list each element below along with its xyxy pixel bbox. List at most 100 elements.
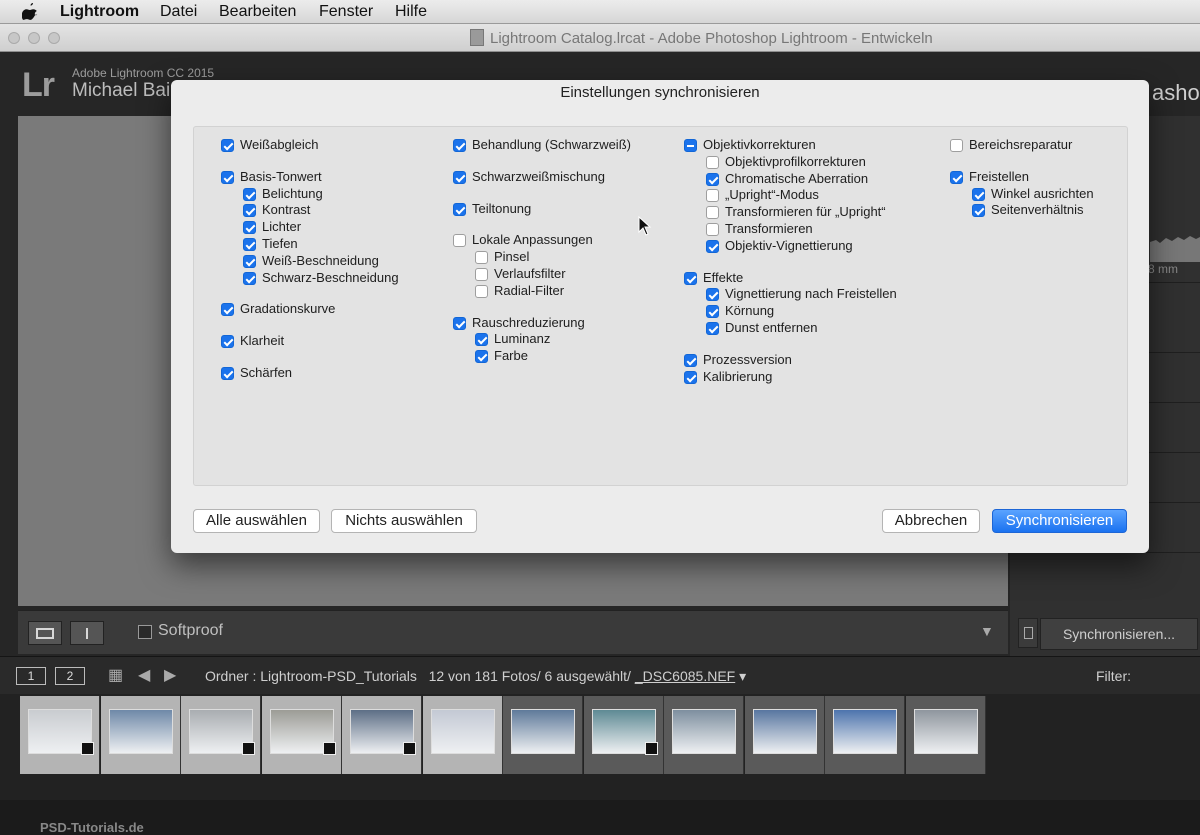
sync-option-checkbox[interactable] xyxy=(221,335,234,349)
sync-option-checkbox[interactable] xyxy=(684,353,697,367)
sync-option-checkbox[interactable] xyxy=(475,333,488,347)
sync-option-checkbox[interactable] xyxy=(706,189,719,203)
sync-option-checkbox[interactable] xyxy=(453,202,466,216)
select-none-button[interactable]: Nichts auswählen xyxy=(331,509,477,533)
sync-option-checkbox[interactable] xyxy=(243,204,256,218)
filmstrip-thumbnail[interactable] xyxy=(583,696,664,774)
menu-datei[interactable]: Datei xyxy=(160,3,197,21)
filmstrip-thumbnail[interactable] xyxy=(181,696,261,774)
sync-option-label: Farbe xyxy=(494,348,528,364)
sync-option-checkbox[interactable] xyxy=(706,305,719,319)
develop-adjusted-badge-icon[interactable] xyxy=(403,742,416,755)
filmstrip-thumbnail[interactable] xyxy=(825,696,905,774)
sync-option-checkbox[interactable] xyxy=(243,187,256,201)
apple-icon[interactable] xyxy=(22,2,38,20)
sync-option-label: Lichter xyxy=(262,219,302,235)
sync-option-checkbox[interactable] xyxy=(950,170,963,184)
sync-option-checkbox[interactable] xyxy=(706,172,719,186)
sync-option-label: Winkel ausrichten xyxy=(991,185,1094,201)
sync-option-label: Verlaufsfilter xyxy=(494,266,566,281)
toolbar-chevron-down-icon[interactable]: ▼ xyxy=(980,623,994,639)
sync-option-checkbox[interactable] xyxy=(475,350,488,364)
sync-option-checkbox[interactable] xyxy=(706,322,719,335)
develop-toolbar: Softproof ▼ xyxy=(18,610,1008,654)
filename-chevron-down-icon[interactable]: ▾ xyxy=(739,668,746,684)
sync-option-checkbox[interactable] xyxy=(475,251,488,265)
folder-path[interactable]: Ordner : Lightroom-PSD_Tutorials 12 von … xyxy=(205,668,746,685)
menu-hilfe[interactable]: Hilfe xyxy=(395,3,427,21)
close-window-button[interactable] xyxy=(8,32,20,44)
window-titlebar: Lightroom Catalog.lrcat - Adobe Photosho… xyxy=(0,24,1200,52)
filmstrip-thumbnail[interactable] xyxy=(261,696,342,774)
sync-option-label: Behandlung (Schwarzweiß) xyxy=(472,137,631,152)
sync-option-checkbox[interactable] xyxy=(706,155,719,169)
develop-adjusted-badge-icon[interactable] xyxy=(322,742,336,755)
filmstrip-thumbnail[interactable] xyxy=(503,696,583,774)
sync-option-checkbox[interactable] xyxy=(453,139,466,152)
filmstrip-thumbnail[interactable] xyxy=(422,696,503,774)
zoom-window-button[interactable] xyxy=(48,32,60,44)
thumbnail-image xyxy=(108,709,173,754)
menu-fenster[interactable]: Fenster xyxy=(319,3,373,21)
thumbnail-image xyxy=(752,709,817,754)
back-arrow-icon[interactable]: ◀ xyxy=(138,665,150,685)
sync-option-label: Belichtung xyxy=(262,185,323,201)
sync-option-checkbox[interactable] xyxy=(453,316,466,330)
sync-option-checkbox[interactable] xyxy=(684,370,697,384)
sync-option-checkbox[interactable] xyxy=(684,139,697,152)
sync-option-checkbox[interactable] xyxy=(453,170,466,184)
module-picker-slideshow[interactable]: ashov xyxy=(1152,80,1200,106)
main-window-button[interactable]: 1 xyxy=(16,667,46,685)
grid-view-icon[interactable]: ▦ xyxy=(108,665,123,685)
sync-option-label: Objektivkorrekturen xyxy=(703,137,816,152)
before-after-button[interactable] xyxy=(70,621,104,645)
sync-option-checkbox[interactable] xyxy=(475,284,488,298)
develop-adjusted-badge-icon[interactable] xyxy=(81,742,94,755)
current-filename[interactable]: _DSC6085.NEF xyxy=(635,668,735,684)
sync-option-checkbox[interactable] xyxy=(453,234,466,248)
sync-option-checkbox[interactable] xyxy=(221,139,234,152)
sync-option-checkbox[interactable] xyxy=(243,221,256,235)
sync-option-checkbox[interactable] xyxy=(221,170,234,184)
sync-option-label: Bereichsreparatur xyxy=(969,137,1073,152)
sync-option-checkbox[interactable] xyxy=(243,238,256,251)
sync-option-checkbox[interactable] xyxy=(706,288,719,302)
sync-option-label: Rauschreduzierung xyxy=(472,314,585,330)
sync-option-checkbox[interactable] xyxy=(706,223,719,236)
sync-option-checkbox[interactable] xyxy=(221,367,234,380)
forward-arrow-icon[interactable]: ▶ xyxy=(164,665,176,685)
sync-option-checkbox[interactable] xyxy=(972,187,985,201)
sync-option-label: Seitenverhältnis xyxy=(991,202,1084,218)
menu-bearbeiten[interactable]: Bearbeiten xyxy=(219,3,296,21)
sync-option-checkbox[interactable] xyxy=(475,268,488,281)
menu-app-name[interactable]: Lightroom xyxy=(60,3,139,21)
cancel-button[interactable]: Abbrechen xyxy=(882,509,980,533)
auto-sync-toggle[interactable] xyxy=(1018,618,1038,648)
select-all-button[interactable]: Alle auswählen xyxy=(193,509,320,533)
sync-settings-dialog: Einstellungen synchronisieren Weißabglei… xyxy=(171,80,1149,553)
filmstrip-thumbnail[interactable] xyxy=(100,696,181,774)
thumbnail-image xyxy=(430,709,495,754)
sync-option-checkbox[interactable] xyxy=(972,204,985,218)
develop-adjusted-badge-icon[interactable] xyxy=(644,742,658,755)
sync-option-label: „Upright“-Modus xyxy=(725,187,819,203)
sync-option-checkbox[interactable] xyxy=(950,139,963,152)
develop-adjusted-badge-icon[interactable] xyxy=(242,742,255,755)
sync-option-checkbox[interactable] xyxy=(684,271,697,285)
sync-option-checkbox[interactable] xyxy=(243,254,256,268)
second-window-button[interactable]: 2 xyxy=(55,667,85,685)
sync-option-checkbox[interactable] xyxy=(221,303,234,317)
loupe-view-button[interactable] xyxy=(28,621,62,645)
filmstrip-thumbnail[interactable] xyxy=(905,696,986,774)
filmstrip-thumbnail[interactable] xyxy=(744,696,825,774)
sync-option-checkbox[interactable] xyxy=(243,271,256,285)
filmstrip-thumbnail[interactable] xyxy=(342,696,422,774)
sync-option-checkbox[interactable] xyxy=(706,206,719,220)
filmstrip-thumbnail[interactable] xyxy=(20,696,100,774)
sync-option-checkbox[interactable] xyxy=(706,239,719,253)
softproof-checkbox[interactable] xyxy=(138,625,152,639)
filmstrip-thumbnail[interactable] xyxy=(664,696,744,774)
minimize-window-button[interactable] xyxy=(28,32,40,44)
synchronize-button[interactable]: Synchronisieren xyxy=(992,509,1127,533)
sync-settings-button[interactable]: Synchronisieren... xyxy=(1040,618,1198,650)
